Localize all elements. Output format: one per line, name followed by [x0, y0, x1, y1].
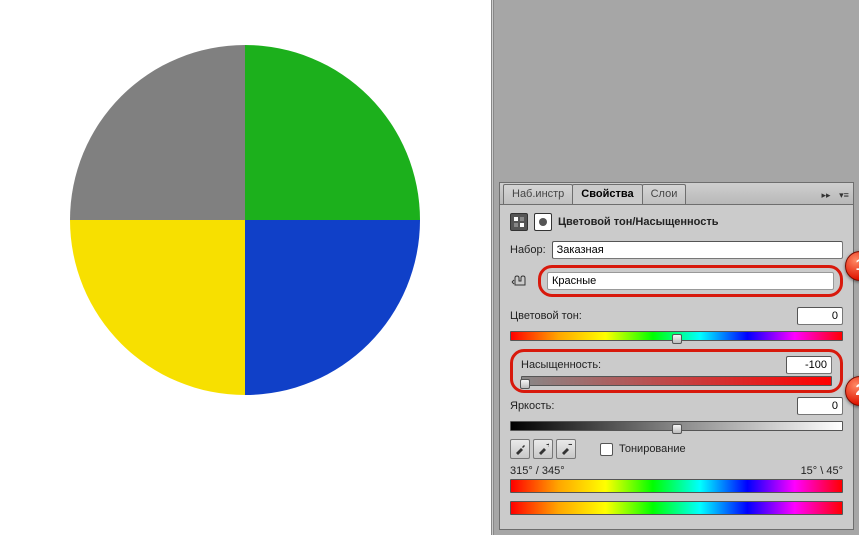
eyedropper-plus-icon[interactable]: +: [533, 439, 553, 459]
scrubby-icon[interactable]: [510, 272, 532, 290]
channel-highlight: Красные: [538, 265, 843, 297]
saturation-highlight: Насыщенность:: [510, 349, 843, 393]
svg-text:+: +: [546, 443, 549, 451]
colorize-label: Тонирование: [619, 443, 686, 455]
lightness-slider-track[interactable]: [510, 421, 843, 431]
eyedropper-icon[interactable]: [510, 439, 530, 459]
color-range-top-strip[interactable]: [510, 479, 843, 493]
lightness-label: Яркость:: [510, 400, 791, 412]
channel-row: Красные: [510, 265, 843, 297]
tabstrip: Наб.инстр Свойства Слои ▸▸ ▾≡: [499, 182, 854, 204]
saturation-slider-track[interactable]: [521, 376, 832, 386]
color-range-bottom-strip[interactable]: [510, 501, 843, 515]
side-column: Наб.инстр Свойства Слои ▸▸ ▾≡ Цветовой т…: [494, 0, 859, 535]
tab-properties[interactable]: Свойства: [572, 184, 642, 204]
colorize-checkbox[interactable]: [600, 443, 613, 456]
saturation-label: Насыщенность:: [521, 359, 780, 371]
saturation-slider-knob[interactable]: [520, 379, 530, 389]
preset-label: Набор:: [510, 244, 546, 256]
range-readout: 315° / 345° 15° \ 45°: [510, 465, 843, 477]
panel-header: Цветовой тон/Насыщенность: [510, 213, 843, 231]
eyedropper-minus-icon[interactable]: −: [556, 439, 576, 459]
panel-menu-icon[interactable]: ▾≡: [835, 186, 853, 204]
tab-tools[interactable]: Наб.инстр: [503, 184, 573, 204]
hue-slider-knob[interactable]: [672, 334, 682, 344]
canvas-area: [0, 0, 491, 535]
lightness-slider-knob[interactable]: [672, 424, 682, 434]
tab-layers[interactable]: Слои: [642, 184, 687, 204]
sat-label-row: Насыщенность:: [521, 356, 832, 374]
preset-select[interactable]: Заказная: [552, 241, 843, 259]
lightness-input[interactable]: [797, 397, 843, 415]
range-left-value: 315° / 345°: [510, 465, 565, 477]
eyedropper-group: + −: [510, 439, 576, 459]
range-right-value: 15° \ 45°: [801, 465, 843, 477]
mask-icon[interactable]: [534, 213, 552, 231]
panel-title: Цветовой тон/Насыщенность: [558, 216, 719, 228]
hue-label-row: Цветовой тон:: [510, 307, 843, 325]
hue-label: Цветовой тон:: [510, 310, 791, 322]
light-label-row: Яркость:: [510, 397, 843, 415]
saturation-input[interactable]: [786, 356, 832, 374]
tools-row: + − Тонирование: [510, 439, 843, 459]
svg-text:−: −: [568, 443, 572, 451]
properties-panel: Цветовой тон/Насыщенность Набор: Заказна…: [499, 204, 854, 530]
hue-input[interactable]: [797, 307, 843, 325]
preset-row: Набор: Заказная: [510, 241, 843, 259]
channel-select[interactable]: Красные: [547, 272, 834, 290]
hue-slider-track[interactable]: [510, 331, 843, 341]
flyout-icon[interactable]: ▸▸: [817, 186, 835, 204]
pie-chart: [70, 45, 420, 395]
adjustment-icon[interactable]: [510, 213, 528, 231]
